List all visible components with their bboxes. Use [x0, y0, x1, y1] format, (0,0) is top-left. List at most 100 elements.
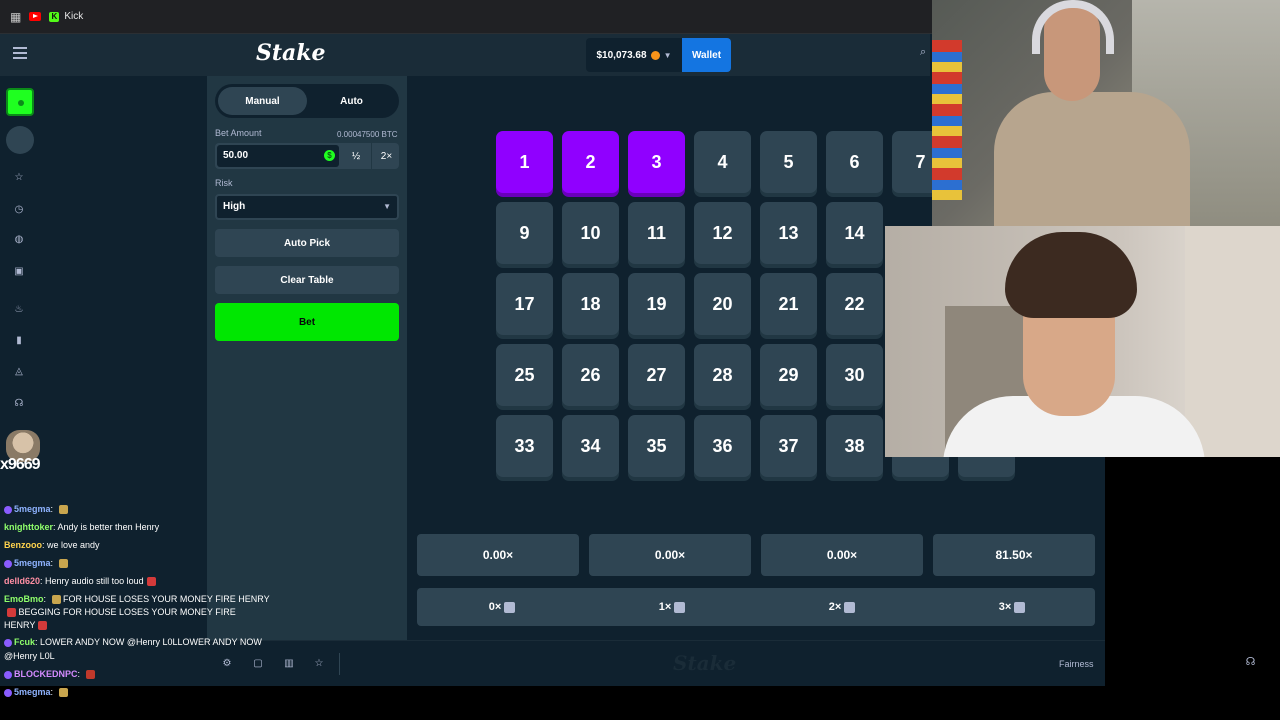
keno-tile[interactable]: 9 [496, 202, 553, 264]
headset [1032, 0, 1114, 54]
keno-tile[interactable]: 34 [562, 415, 619, 477]
keno-tile[interactable]: 37 [760, 415, 817, 477]
sports-icon[interactable] [6, 126, 34, 154]
keno-tile[interactable]: 20 [694, 273, 751, 335]
controller-icon[interactable]: ◬ [13, 366, 25, 378]
theatre-mode-icon[interactable]: ▢ [252, 658, 264, 670]
hit-count-label: 1× [658, 601, 672, 613]
stake-logo[interactable]: Stake [256, 40, 326, 66]
clear-table-button[interactable]: Clear Table [215, 266, 399, 294]
kick-icon: K [49, 11, 60, 22]
chat-username: BLOCKEDNPC [14, 669, 78, 679]
menu-icon[interactable] [13, 47, 27, 59]
bet-amount-input[interactable]: 50.00 $ [217, 145, 339, 167]
fairness-link[interactable]: Fairness [1059, 659, 1094, 669]
keno-tile[interactable]: 14 [826, 202, 883, 264]
support-icon[interactable]: ☊ [1244, 656, 1257, 669]
keno-tile[interactable]: 21 [760, 273, 817, 335]
keno-tile[interactable]: 1 [496, 131, 553, 193]
balance-selector[interactable]: $10,073.68 ▼ [586, 38, 682, 72]
kick-tab[interactable]: K Kick [49, 11, 83, 22]
emote-icon [58, 559, 68, 569]
payout-multiplier: 0.00× [417, 534, 579, 576]
keno-tile[interactable]: 4 [694, 131, 751, 193]
keno-tile[interactable]: 3 [628, 131, 685, 193]
bet-amount-row: 50.00 $ ½ 2× [215, 143, 399, 169]
casino-icon[interactable] [6, 88, 34, 116]
keno-tile[interactable]: 35 [628, 415, 685, 477]
chat-text: we love andy [47, 540, 100, 550]
settings-icon[interactable]: ⚙ [221, 658, 233, 670]
chat-username: Fcuk [14, 637, 36, 647]
chevron-down-icon: ▼ [663, 50, 672, 60]
hit-count: 3× [927, 588, 1097, 626]
emote-icon [58, 505, 68, 515]
keno-tile[interactable]: 36 [694, 415, 751, 477]
half-bet-button[interactable]: ½ [341, 143, 371, 169]
footer-divider [339, 653, 340, 675]
keno-tile[interactable]: 17 [496, 273, 553, 335]
hit-count: 2× [757, 588, 927, 626]
keno-tile[interactable]: 27 [628, 344, 685, 406]
fire-icon[interactable]: ♨ [13, 304, 25, 316]
emote-icon [146, 577, 156, 587]
keno-tile[interactable]: 22 [826, 273, 883, 335]
site-header: Stake $10,073.68 ▼ Wallet ⌕ [0, 34, 930, 76]
keno-tile[interactable]: 30 [826, 344, 883, 406]
tab-auto[interactable]: Auto [307, 87, 396, 115]
keno-tile[interactable]: 33 [496, 415, 553, 477]
keno-tile[interactable]: 38 [826, 415, 883, 477]
risk-label: Risk [215, 178, 233, 188]
chat-message-continued: HENRY [4, 616, 48, 634]
gem-icon [504, 601, 516, 613]
history-icon[interactable]: ◷ [13, 204, 25, 216]
search-icon[interactable]: ⌕ [920, 46, 926, 59]
keno-tile[interactable]: 5 [760, 131, 817, 193]
keno-tile[interactable]: 2 [562, 131, 619, 193]
webcam-feed-bottom [885, 226, 1280, 457]
badge-icon [4, 559, 12, 568]
chat-text: LOWER ANDY NOW @Henry L0LLOWER ANDY NOW [40, 637, 262, 647]
favourite-icon[interactable]: ☆ [313, 658, 325, 670]
chat-message: 5megma: [4, 683, 68, 701]
black-panel [1105, 457, 1280, 686]
chat-username: Benzooo [4, 540, 42, 550]
wallet-button[interactable]: Wallet [682, 38, 731, 72]
apps-grid-icon[interactable]: ▦ [10, 10, 21, 24]
bet-button[interactable]: Bet [215, 303, 399, 341]
keno-tile[interactable]: 11 [628, 202, 685, 264]
auto-pick-button[interactable]: Auto Pick [215, 229, 399, 257]
keno-tile[interactable]: 29 [760, 344, 817, 406]
youtube-icon[interactable] [29, 12, 42, 21]
keno-tile[interactable]: 6 [826, 131, 883, 193]
keno-tile[interactable]: 10 [562, 202, 619, 264]
chat-username: 5megma [14, 687, 51, 697]
badge-icon [4, 638, 12, 647]
star-icon[interactable]: ☆ [13, 172, 25, 184]
hit-count: 1× [587, 588, 757, 626]
keno-tile[interactable]: 26 [562, 344, 619, 406]
hit-count: 0× [417, 588, 587, 626]
tab-manual[interactable]: Manual [218, 87, 307, 115]
chip-icon[interactable]: ◍ [13, 234, 25, 246]
keno-tile[interactable]: 18 [562, 273, 619, 335]
game-footer: ⚙ ▢ ▥ ☆ Stake Fairness [207, 640, 1105, 686]
keno-tile[interactable]: 12 [694, 202, 751, 264]
bet-amount-btc: 0.00047500 BTC [337, 130, 398, 139]
chat-message: BLOCKEDNPC: [4, 665, 95, 683]
gem-icon [844, 601, 856, 613]
risk-select[interactable]: High ▼ [215, 194, 399, 220]
chat-message: 5megma: [4, 500, 68, 518]
keno-tile[interactable]: 28 [694, 344, 751, 406]
originals-icon[interactable]: ▣ [13, 266, 25, 278]
keno-tile[interactable]: 19 [628, 273, 685, 335]
live-dealer-icon[interactable]: ☊ [13, 398, 25, 410]
risk-value: High [223, 201, 246, 212]
bet-panel: Manual Auto Bet Amount 0.00047500 BTC 50… [207, 76, 407, 640]
double-bet-button[interactable]: 2× [371, 143, 401, 169]
stats-icon[interactable]: ▥ [283, 658, 295, 670]
keno-tile[interactable]: 13 [760, 202, 817, 264]
keno-tile[interactable]: 25 [496, 344, 553, 406]
bookmark-icon[interactable]: ▮ [13, 335, 25, 347]
payout-multiplier: 0.00× [761, 534, 923, 576]
